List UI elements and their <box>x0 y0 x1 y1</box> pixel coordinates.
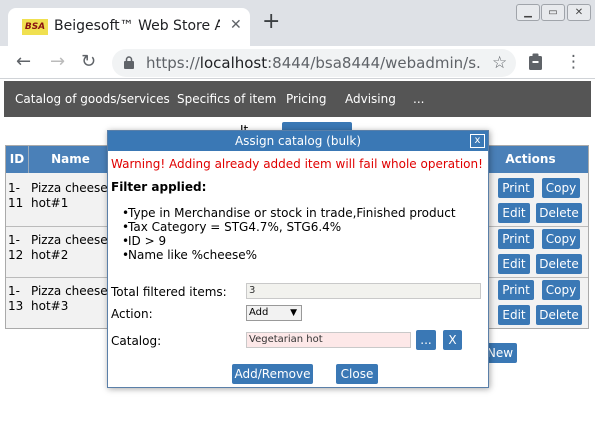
cell-name: Pizza cheese hot#1 <box>31 181 108 210</box>
browser-toolbar: ← → ↻ https://localhost:8444/bsa8444/web… <box>0 46 595 79</box>
lock-icon <box>124 56 134 69</box>
action-select[interactable]: Add ▼ <box>246 305 302 321</box>
extension-icon[interactable] <box>528 53 543 71</box>
filter-criterion: Tax Category = STG4.7%, STG6.4% <box>122 220 478 234</box>
cell-id: 1-11 <box>8 181 24 210</box>
filter-criterion: Type in Merchandise or stock in trade,Fi… <box>122 206 478 220</box>
url-scheme: https:// <box>146 54 200 72</box>
action-label: Action: <box>111 307 153 321</box>
nav-item-more[interactable]: ... <box>413 92 424 106</box>
close-icon[interactable]: ✕ <box>230 17 242 33</box>
copy-button[interactable]: Copy <box>542 280 580 300</box>
dialog-title: Assign catalog (bulk) <box>108 131 488 151</box>
print-button[interactable]: Print <box>498 280 534 300</box>
minimize-icon[interactable]: ▁ <box>516 4 540 21</box>
nav-item-advising[interactable]: Advising <box>345 92 396 106</box>
cell-id: 1-13 <box>8 284 24 313</box>
cell-name: Pizza cheese hot#3 <box>31 284 108 313</box>
forward-arrow-icon[interactable]: → <box>50 51 65 73</box>
warning-message: Warning! Adding already added item will … <box>111 157 483 171</box>
cell-name: Pizza cheese hot#2 <box>31 233 108 262</box>
url-host: localhost <box>199 54 268 72</box>
address-bar[interactable]: https://localhost:8444/bsa8444/webadmin/… <box>112 49 516 77</box>
window-close-icon[interactable]: ✕ <box>567 4 591 21</box>
browser-tab[interactable]: BSA Beigesoft™ Web Store Adm ✕ <box>8 8 250 46</box>
nav-item-pricing[interactable]: Pricing <box>286 92 326 106</box>
star-icon[interactable]: ☆ <box>492 53 507 73</box>
pick-catalog-button[interactable]: ... <box>416 330 436 350</box>
chevron-down-icon: ▼ <box>290 308 297 318</box>
delete-button[interactable]: Delete <box>536 305 582 325</box>
dialog-close-icon[interactable]: x <box>470 134 485 148</box>
url-text: https://localhost:8444/bsa8444/webadmin/… <box>146 54 482 72</box>
total-items-field: 3 <box>246 283 481 299</box>
column-header-id: ID <box>6 146 29 173</box>
reload-icon[interactable]: ↻ <box>81 51 96 73</box>
filter-criterion: Name like %cheese% <box>122 248 478 262</box>
nav-item-catalog[interactable]: Catalog of goods/services <box>15 92 170 106</box>
column-header-actions: Actions <box>473 146 588 173</box>
delete-button[interactable]: Delete <box>536 203 582 223</box>
tab-title: Beigesoft™ Web Store Adm <box>54 18 220 34</box>
url-path: :8444/bsa8444/webadmin/s... <box>267 54 482 72</box>
action-select-value: Add <box>249 307 269 318</box>
filter-applied-heading: Filter applied: <box>111 180 207 194</box>
clear-catalog-button[interactable]: X <box>443 330 462 350</box>
total-items-label: Total filtered items: <box>111 285 227 299</box>
copy-button[interactable]: Copy <box>542 178 580 198</box>
edit-button[interactable]: Edit <box>498 305 530 325</box>
cell-id: 1-12 <box>8 233 24 262</box>
delete-button[interactable]: Delete <box>536 254 582 274</box>
catalog-field[interactable]: Vegetarian hot <box>246 332 411 348</box>
favicon: BSA <box>22 19 48 35</box>
print-button[interactable]: Print <box>498 178 534 198</box>
filter-criterion: ID > 9 <box>122 234 478 248</box>
more-menu-icon[interactable]: ⋮ <box>565 51 582 73</box>
catalog-label: Catalog: <box>111 334 162 348</box>
copy-button[interactable]: Copy <box>542 229 580 249</box>
edit-button[interactable]: Edit <box>498 254 530 274</box>
nav-item-specifics[interactable]: Specifics of item <box>177 92 276 106</box>
column-header-name: Name <box>29 146 113 173</box>
assign-catalog-dialog: Assign catalog (bulk) x Warning! Adding … <box>107 130 489 388</box>
browser-tab-bar: BSA Beigesoft™ Web Store Adm ✕ + ▁ ▭ ✕ <box>0 0 595 46</box>
back-arrow-icon[interactable]: ← <box>16 51 31 73</box>
add-remove-button[interactable]: Add/Remove <box>232 364 313 384</box>
app-nav-bar: Catalog of goods/services Specifics of i… <box>4 81 591 117</box>
close-button[interactable]: Close <box>336 364 378 384</box>
plus-icon[interactable]: + <box>262 11 280 33</box>
maximize-icon[interactable]: ▭ <box>541 4 565 21</box>
print-button[interactable]: Print <box>498 229 534 249</box>
edit-button[interactable]: Edit <box>498 203 530 223</box>
